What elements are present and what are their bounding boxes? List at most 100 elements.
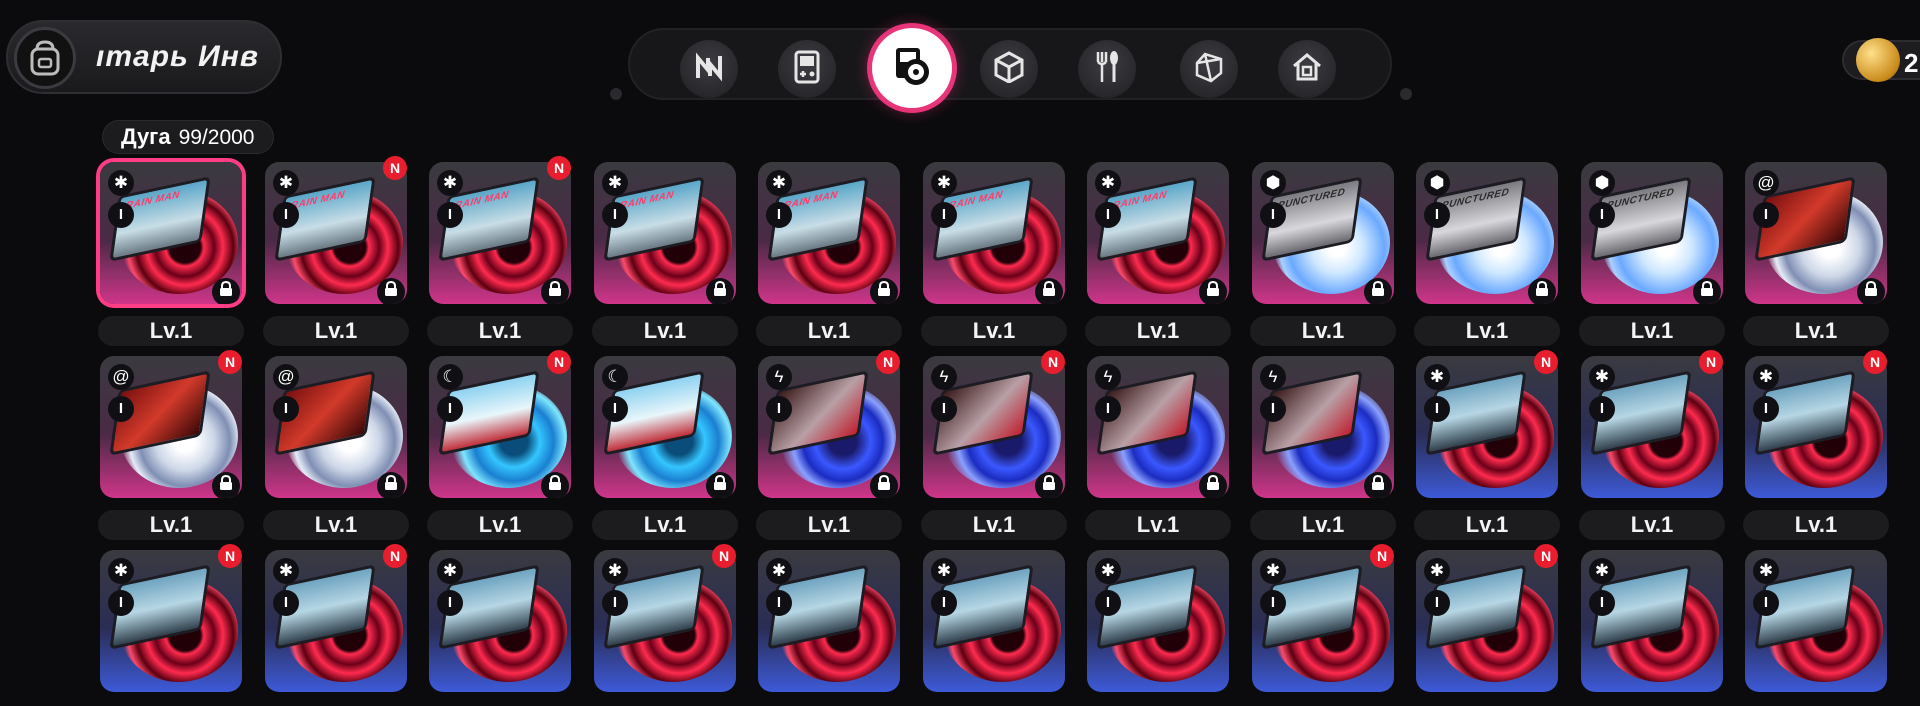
disc-card[interactable]: ☾ I [590,352,740,502]
disc-card[interactable]: ✱ I [1577,546,1727,696]
disc-card[interactable]: ✱ I N [590,544,740,696]
lock-icon[interactable] [1199,278,1227,304]
tab-n-logo[interactable] [680,40,738,98]
new-badge: N [1699,350,1723,374]
disc-card[interactable]: PUNCTURED ⬢ I [1248,158,1398,308]
disc-frame: ✱ I [923,550,1065,692]
disc-card[interactable]: ✱ I [1741,546,1891,696]
lock-icon[interactable] [1035,278,1063,304]
lock-icon[interactable] [541,472,569,498]
tier-badge: I [602,396,628,422]
disc-card[interactable]: RAIN MAN ✱ I [96,158,246,308]
gear-attribute-icon: ✱ [1589,558,1615,584]
lock-icon[interactable] [1364,278,1392,304]
gear-attribute-icon: ✱ [1095,170,1121,196]
disc-frame: RAIN MAN ✱ I [923,162,1065,304]
disc-card[interactable]: ✱ I [754,546,904,696]
swirl-attribute-icon: @ [108,364,134,390]
disc-card[interactable]: PUNCTURED ⬢ I [1412,158,1562,308]
disc-card[interactable]: ☾ I N [425,350,575,502]
lock-icon[interactable] [1364,472,1392,498]
disc-frame: ✱ I [758,550,900,692]
currency-display: 2 [1842,38,1920,82]
bolt-attribute-icon: ϟ [1095,364,1121,390]
level-label: Lv.1 [1414,316,1560,346]
lock-icon[interactable] [706,278,734,304]
disc-card[interactable]: PUNCTURED ⬢ I [1577,158,1727,308]
disc-card[interactable]: RAIN MAN ✱ I N [261,156,411,308]
gear-attribute-icon: ✱ [108,170,134,196]
coin-icon [1856,38,1900,82]
lock-icon[interactable] [377,278,405,304]
disc-card[interactable]: ϟI [1248,352,1398,502]
disc-card[interactable]: ✱ I N [96,544,246,696]
disc-card[interactable]: ✱ I [919,546,1069,696]
new-badge: N [383,544,407,568]
level-label: Lv.1 [1250,316,1396,346]
disc-card[interactable]: RAIN MAN ✱ I N [425,156,575,308]
disc-card[interactable]: ✱ I N [1741,350,1891,502]
disc-card[interactable]: ✱ I N [1412,544,1562,696]
disc-card[interactable]: ϟIN [919,350,1069,502]
tab-home[interactable] [1278,40,1336,98]
disc-frame: PUNCTURED ⬢ I [1581,162,1723,304]
lock-icon[interactable] [212,278,240,304]
tier-badge: I [1095,202,1121,228]
inventory-header[interactable]: ıтарь Инв [6,20,282,94]
disc-card[interactable]: RAIN MAN ✱ I [590,158,740,308]
tier-badge: I [1753,396,1779,422]
tier-badge: I [1424,590,1450,616]
lock-icon[interactable] [1035,472,1063,498]
lock-icon[interactable] [1528,278,1556,304]
tier-badge: I [1095,590,1121,616]
disc-card[interactable]: @ I [261,352,411,502]
tab-disc[interactable] [872,28,952,108]
disc-frame: @ I [265,356,407,498]
lock-icon[interactable] [1857,278,1885,304]
lock-icon[interactable] [1693,278,1721,304]
lock-icon[interactable] [870,278,898,304]
lock-icon[interactable] [1199,472,1227,498]
cover-title: RAIN MAN [125,189,181,212]
disc-card[interactable]: ✱ I [1083,546,1233,696]
disc-card[interactable]: ✱ I N [1248,544,1398,696]
tier-badge: I [273,202,299,228]
disc-card[interactable]: ✱ I N [1577,350,1727,502]
level-label: Lv.1 [1579,316,1725,346]
disc-card[interactable]: ϟIN [754,350,904,502]
gear-attribute-icon: ✱ [437,170,463,196]
tab-box[interactable] [980,40,1038,98]
cube-attribute-icon: ⬢ [1260,170,1286,196]
new-badge: N [1370,544,1394,568]
disc-card[interactable]: RAIN MAN ✱ I [754,158,904,308]
lock-icon[interactable] [870,472,898,498]
tab-gem[interactable] [1180,40,1238,98]
tabs-right-dot [1400,88,1412,100]
disc-card[interactable]: @ I [1741,158,1891,308]
disc-card[interactable]: ✱ I N [261,544,411,696]
disc-card[interactable]: ✱ I [425,546,575,696]
disc-card[interactable]: ✱ I N [1412,350,1562,502]
level-label: Lv.1 [1579,510,1725,540]
tab-gameboy[interactable] [778,40,836,98]
tier-badge: I [108,590,134,616]
tier-badge: I [1589,396,1615,422]
lock-icon[interactable] [706,472,734,498]
new-badge: N [383,156,407,180]
gear-attribute-icon: ✱ [766,558,792,584]
disc-frame: ✱ I [1745,550,1887,692]
lock-icon[interactable] [541,278,569,304]
disc-card[interactable]: ϟI [1083,352,1233,502]
bolt-attribute-icon: ϟ [766,364,792,390]
gear-attribute-icon: ✱ [437,558,463,584]
level-label: Lv.1 [427,316,573,346]
level-label: Lv.1 [1085,316,1231,346]
disc-card[interactable]: RAIN MAN ✱ I [1083,158,1233,308]
gear-attribute-icon: ✱ [1589,364,1615,390]
lock-icon[interactable] [377,472,405,498]
lock-icon[interactable] [212,472,240,498]
tab-food[interactable] [1078,40,1136,98]
disc-frame: ϟI [758,356,900,498]
disc-card[interactable]: RAIN MAN ✱ I [919,158,1069,308]
disc-card[interactable]: @ I N [96,350,246,502]
